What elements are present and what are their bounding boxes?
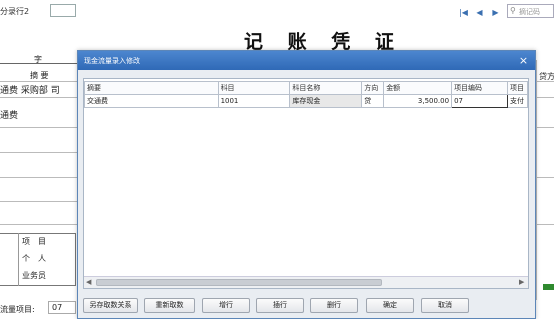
cell-account-code[interactable]: 1001 xyxy=(217,94,291,108)
cashflow-dialog: 现金流量录入修改 × 摘要 科目 科目名称 方向 金额 项目编码 项目 交通费 … xyxy=(77,50,536,319)
status-indicator xyxy=(543,284,554,290)
divider xyxy=(536,97,554,98)
cell-project-code[interactable]: 07 xyxy=(451,94,508,108)
summary-header: 摘 要 xyxy=(30,71,49,80)
divider xyxy=(536,81,554,82)
aux-label-person: 个 xyxy=(22,254,30,263)
cashflow-value-field[interactable]: 07 xyxy=(48,301,76,314)
aux-label-project: 项 xyxy=(22,237,30,246)
search-placeholder: 摘记码 xyxy=(519,8,540,16)
divider xyxy=(18,233,19,286)
column-header: 金额 xyxy=(383,81,453,95)
divider xyxy=(0,224,84,225)
row-indicator: 分录行2 xyxy=(0,7,30,16)
cell-direction[interactable]: 贷 xyxy=(361,94,385,108)
search-icon: ⚲ xyxy=(510,6,516,15)
next-record-icon[interactable]: ▶ xyxy=(490,7,501,18)
refetch-button[interactable]: 重新取数 xyxy=(144,298,195,313)
cell-account-name: 库存现金 xyxy=(289,94,363,108)
cashflow-grid: 摘要 科目 科目名称 方向 金额 项目编码 项目 交通费 1001 库存现金 贷… xyxy=(83,78,529,289)
divider xyxy=(536,224,554,225)
aux-label-person-2: 人 xyxy=(38,254,46,263)
search-input[interactable]: ⚲ 摘记码 xyxy=(507,4,554,18)
entry-row-2-summary[interactable]: 通费 xyxy=(0,108,18,121)
credit-column xyxy=(536,60,554,300)
divider xyxy=(0,127,84,128)
row-number-input[interactable] xyxy=(50,4,76,17)
divider xyxy=(536,127,554,128)
add-row-button[interactable]: 增行 xyxy=(202,298,250,313)
column-header: 项目 xyxy=(506,81,528,95)
cashflow-table: 摘要 科目 科目名称 方向 金额 项目编码 项目 交通费 1001 库存现金 贷… xyxy=(84,81,528,108)
scroll-left-icon[interactable]: ◀ xyxy=(86,278,91,286)
divider xyxy=(536,177,554,178)
cell-summary[interactable]: 交通费 xyxy=(84,94,219,108)
column-header: 摘要 xyxy=(84,81,219,95)
voucher-word-label: 字 xyxy=(34,55,42,64)
cell-project[interactable]: 支付 xyxy=(506,94,528,108)
insert-row-button[interactable]: 插行 xyxy=(256,298,304,313)
close-icon[interactable]: × xyxy=(516,53,531,68)
aux-label-project-2: 目 xyxy=(38,237,46,246)
horizontal-scrollbar[interactable]: ◀ ▶ xyxy=(84,276,528,288)
column-header: 项目编码 xyxy=(451,81,508,95)
scrollbar-thumb[interactable] xyxy=(96,279,382,286)
divider xyxy=(0,97,84,98)
entry-row-1-summary[interactable]: 通费 采购部 司 xyxy=(0,83,60,96)
cell-amount[interactable]: 3,500.00 xyxy=(383,94,453,108)
prev-record-icon[interactable]: ◀ xyxy=(474,7,485,18)
first-record-icon[interactable]: |◀ xyxy=(458,7,469,18)
cashflow-label: 流量项目: xyxy=(0,305,35,314)
ok-button[interactable]: 确定 xyxy=(366,298,414,313)
divider xyxy=(0,177,84,178)
table-header-row: 摘要 科目 科目名称 方向 金额 项目编码 项目 xyxy=(84,81,528,95)
divider xyxy=(0,63,84,64)
save-relation-button[interactable]: 另存取数关系 xyxy=(83,298,138,313)
divider xyxy=(0,152,84,153)
table-row[interactable]: 交通费 1001 库存现金 贷 3,500.00 07 支付 xyxy=(84,94,528,108)
scroll-right-icon[interactable]: ▶ xyxy=(519,278,524,286)
dialog-title: 现金流量录入修改 xyxy=(84,57,140,65)
divider xyxy=(0,81,84,82)
column-header: 科目名称 xyxy=(289,81,363,95)
dialog-title-bar[interactable]: 现金流量录入修改 × xyxy=(78,51,535,70)
delete-row-button[interactable]: 删行 xyxy=(310,298,358,313)
column-header: 科目 xyxy=(217,81,291,95)
aux-label-salesman: 业务员 xyxy=(22,271,46,280)
divider xyxy=(0,201,84,202)
column-header: 方向 xyxy=(361,81,385,95)
cancel-button[interactable]: 取消 xyxy=(421,298,469,313)
